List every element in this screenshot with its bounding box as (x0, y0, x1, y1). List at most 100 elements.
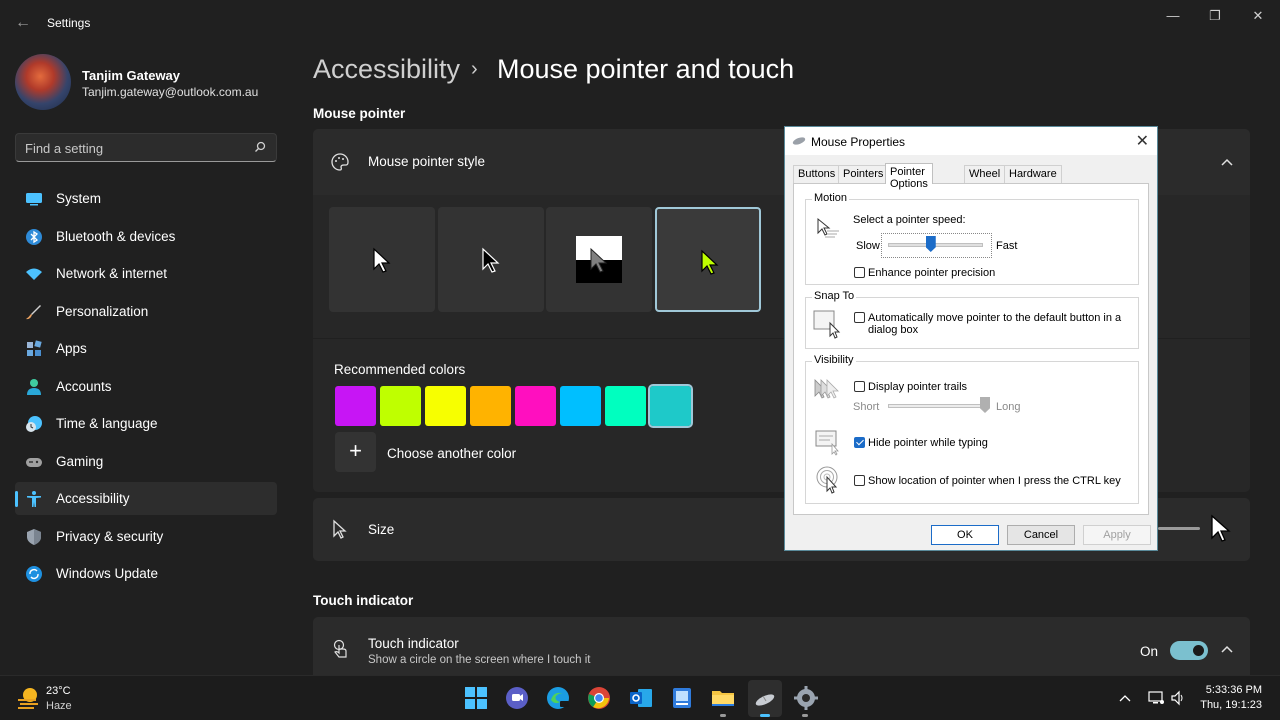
close-button[interactable]: ✕ (1238, 6, 1278, 26)
pointer-style-white[interactable] (329, 207, 435, 312)
sidebar-item-windows-update[interactable]: Windows Update (15, 557, 277, 590)
clock-date[interactable]: Thu, 19:1:23 (1196, 699, 1262, 711)
ok-button[interactable]: OK (931, 525, 999, 545)
sidebar-item-accessibility[interactable]: Accessibility (15, 482, 277, 515)
search-input[interactable]: Find a setting (15, 133, 277, 162)
tab-pointers[interactable]: Pointers (838, 165, 889, 183)
edge-dev-icon[interactable] (546, 686, 570, 710)
apps-icon (27, 340, 42, 356)
breadcrumb-parent[interactable]: Accessibility (313, 54, 460, 85)
todo-icon[interactable] (670, 686, 694, 710)
sidebar-item-label: Accounts (56, 378, 112, 394)
show-location-label[interactable]: Show location of pointer when I press th… (868, 475, 1121, 487)
show-location-checkbox[interactable] (854, 475, 865, 486)
plus-icon: + (349, 438, 362, 463)
tab-hardware[interactable]: Hardware (1004, 165, 1062, 183)
file-explorer-icon[interactable] (711, 686, 735, 710)
chevron-up-icon[interactable] (1119, 693, 1131, 703)
color-swatch[interactable] (380, 386, 421, 426)
tab-wheel[interactable]: Wheel (964, 165, 1006, 183)
choose-another-color-label[interactable]: Choose another color (387, 446, 516, 461)
color-swatch[interactable] (648, 384, 693, 428)
sidebar-item-network[interactable]: Network & internet (15, 257, 277, 290)
color-swatch[interactable] (515, 386, 556, 426)
running-indicator (802, 714, 808, 717)
sidebar-item-system[interactable]: System (15, 182, 277, 215)
section-heading-touch-indicator: Touch indicator (313, 593, 414, 608)
mouse-app-icon[interactable] (753, 686, 777, 710)
teams-icon[interactable] (505, 686, 529, 710)
slow-label: Slow (856, 240, 880, 252)
pointer-style-custom[interactable] (655, 207, 761, 312)
bluetooth-icon (26, 228, 42, 245)
color-swatch[interactable] (335, 386, 376, 426)
mouse-icon (792, 137, 806, 145)
sidebar-item-gaming[interactable]: Gaming (15, 445, 277, 478)
network-icon[interactable] (1148, 690, 1164, 706)
hide-typing-icon (815, 430, 839, 456)
color-swatch[interactable] (560, 386, 601, 426)
sidebar-item-privacy[interactable]: Privacy & security (15, 520, 277, 553)
snap-to-label[interactable]: Automatically move pointer to the defaul… (868, 312, 1121, 324)
settings-icon[interactable] (794, 686, 818, 710)
pointer-trails-label[interactable]: Display pointer trails (868, 381, 967, 393)
brush-icon (26, 304, 41, 319)
start-icon[interactable] (464, 686, 488, 710)
hide-while-typing-checkbox[interactable] (854, 437, 865, 448)
sidebar-item-label: Windows Update (56, 566, 159, 581)
minimize-button[interactable]: — (1153, 6, 1193, 26)
add-color-button[interactable]: + (335, 432, 376, 472)
large-pointer-icon (1211, 514, 1231, 542)
pointer-trails-checkbox[interactable] (854, 381, 865, 392)
touch-indicator-card[interactable]: Touch indicator Show a circle on the scr… (313, 617, 1250, 675)
breadcrumb-chevron-icon: › (471, 58, 478, 80)
sync-icon (26, 566, 42, 582)
pointer-trails-icon (814, 379, 839, 399)
snap-to-icon (813, 310, 841, 339)
avatar[interactable] (15, 54, 71, 110)
recommended-colors-label: Recommended colors (334, 362, 466, 377)
search-icon[interactable] (254, 141, 266, 153)
touch-indicator-toggle[interactable] (1170, 641, 1208, 660)
sidebar-item-accounts[interactable]: Accounts (15, 370, 277, 403)
volume-icon[interactable] (1170, 690, 1186, 706)
sidebar-item-label: Apps (56, 341, 87, 356)
apply-button[interactable]: Apply (1083, 525, 1151, 545)
chevron-up-icon[interactable] (1220, 157, 1234, 167)
active-indicator (760, 714, 770, 717)
tab-pointer-options[interactable]: Pointer Options (885, 163, 933, 190)
dialog-title-bar[interactable]: Mouse Properties ✕ (785, 127, 1157, 155)
pointer-options-panel: Motion Select a pointer speed: Slow Fast… (793, 183, 1149, 515)
color-swatch[interactable] (470, 386, 511, 426)
cursor-white-icon (373, 247, 391, 273)
pointer-style-black[interactable] (438, 207, 544, 312)
clock-time[interactable]: 5:33:36 PM (1196, 684, 1262, 696)
sidebar-item-label: Privacy & security (56, 528, 164, 544)
snap-to-checkbox[interactable] (854, 312, 865, 323)
restore-button[interactable]: ❐ (1195, 6, 1235, 26)
short-label: Short (853, 401, 880, 413)
chrome-icon[interactable] (587, 686, 611, 710)
back-arrow-icon[interactable]: ← (14, 14, 32, 32)
cursor-black-icon (482, 247, 500, 273)
enhance-precision-checkbox[interactable] (854, 267, 865, 278)
color-swatch[interactable] (605, 386, 646, 426)
enhance-precision-label[interactable]: Enhance pointer precision (868, 267, 995, 279)
outlook-icon[interactable] (629, 686, 653, 710)
pointer-style-inverted[interactable] (546, 207, 652, 312)
sidebar-item-bluetooth[interactable]: Bluetooth & devices (15, 220, 277, 253)
hide-while-typing-label[interactable]: Hide pointer while typing (868, 437, 988, 449)
color-swatch[interactable] (425, 386, 466, 426)
size-label: Size (368, 522, 395, 537)
sidebar-item-personalization[interactable]: Personalization (15, 295, 277, 328)
select-speed-label: Select a pointer speed: (853, 214, 966, 226)
size-slider[interactable] (1158, 527, 1200, 530)
tab-buttons[interactable]: Buttons (793, 165, 841, 183)
chevron-up-icon[interactable] (1220, 644, 1234, 654)
dialog-close-icon[interactable]: ✕ (1136, 131, 1149, 151)
weather-haze-icon[interactable] (16, 685, 42, 711)
sidebar-item-apps[interactable]: Apps (15, 332, 277, 365)
visibility-group: Visibility Display pointer trails Short … (805, 354, 1139, 504)
sidebar-item-time-language[interactable]: Time & language (15, 407, 277, 440)
cancel-button[interactable]: Cancel (1007, 525, 1075, 545)
